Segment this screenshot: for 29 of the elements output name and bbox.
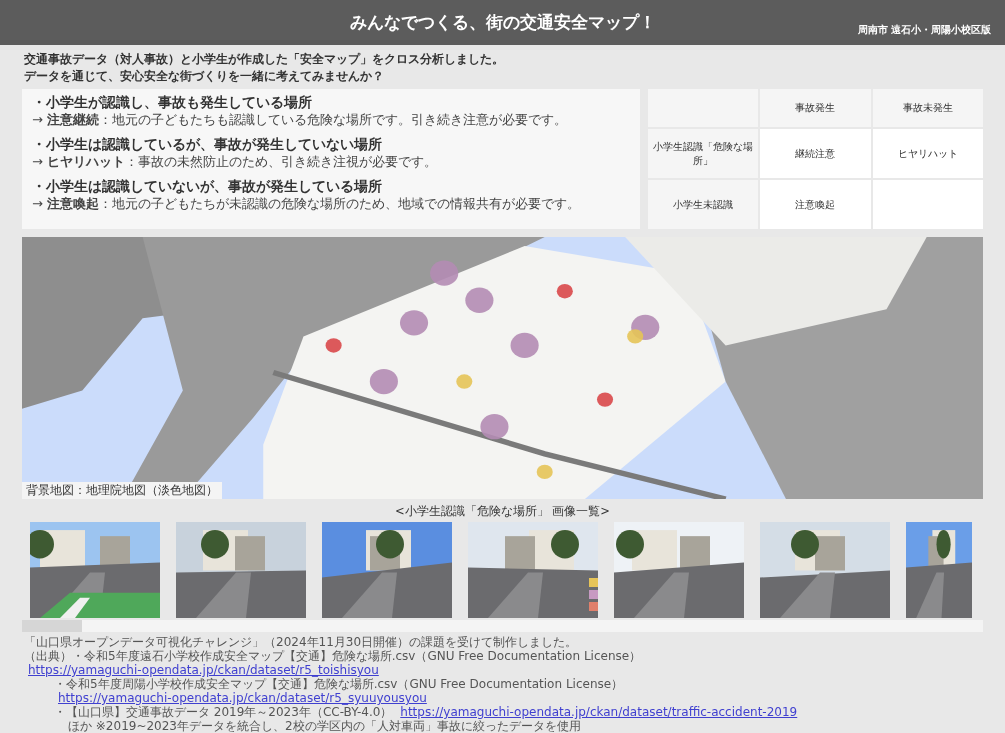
- row-header: 小学生未認識: [648, 180, 758, 229]
- column-header: 事故未発生: [872, 89, 983, 127]
- footer-text: 「山口県オープンデータ可視化チャレンジ」（2024年11月30日開催）の課題を受けて制作しました。: [24, 635, 578, 649]
- footer-text: ・【山口県】交通事故データ 2019年～2023年（CC-BY-4.0）: [54, 705, 393, 719]
- source-link[interactable]: https://yamaguchi-opendata.jp/ckan/dataset/r5_toishisyou: [28, 663, 379, 677]
- source-link[interactable]: https://yamaguchi-opendata.jp/ckan/dataset/r5_syuuyousyou: [58, 691, 427, 705]
- page-subtitle: 周南市 遠石小・周陽小校区版: [857, 23, 991, 37]
- scrollbar-thumb[interactable]: [22, 620, 82, 632]
- footer-text: ・令和5年度周陽小学校作成安全マップ【交通】危険な場所.csv（GNU Free Documentation License）: [54, 677, 624, 691]
- column-header: 事故発生: [760, 89, 871, 127]
- footer-text: （出典）・令和5年度遠石小学校作成安全マップ【交通】危険な場所.csv（GNU Free Documentation License）: [24, 649, 642, 663]
- source-link[interactable]: https://yamaguchi-opendata.jp/ckan/dataset/traffic-accident-2019: [400, 705, 798, 719]
- table-cell: ヒヤリハット: [872, 129, 983, 178]
- map-attribution: 背景地図：地理院地図（淡色地図）: [22, 482, 222, 499]
- category-heading: ・小学生は認識していないが、事故が発生している場所: [32, 177, 383, 195]
- page-title: みんなでつくる、街の交通安全マップ！: [349, 11, 656, 34]
- intro-text: データを通じて、安心安全な街づくりを一緒に考えてみませんか？: [24, 68, 385, 85]
- table-cell: 注意喚起: [760, 180, 871, 229]
- footer-text: ほか ※2019~2023年データを統合し、2校の学区内の「人対車両」事故に絞ったデータを使用: [68, 719, 581, 733]
- row-header: 小学生認識「危険な場所」: [648, 129, 758, 178]
- category-note: → ヒヤリハット：事故の未然防止のため、引き続き注視が必要です。: [32, 153, 439, 171]
- horizontal-scrollbar[interactable]: [22, 620, 983, 632]
- category-heading: ・小学生が認識し、事故も発生している場所: [32, 93, 313, 111]
- table-cell: 継続注意: [760, 129, 871, 178]
- category-heading: ・小学生は認識しているが、事故が発生していない場所: [32, 135, 383, 153]
- intro-text: 交通事故データ（対人事故）と小学生が作成した「安全マップ」をクロス分析しました。: [24, 51, 505, 68]
- gallery-title: <小学生認識「危険な場所」 画像一覧>: [394, 504, 611, 519]
- category-note: → 注意継続：地元の子どもたちも認識している危険な場所です。引き続き注意が必要です。: [32, 111, 569, 129]
- category-note: → 注意喚起：地元の子どもたちが未認識の危険な場所のため、地域での情報共有が必要です。: [32, 195, 582, 213]
